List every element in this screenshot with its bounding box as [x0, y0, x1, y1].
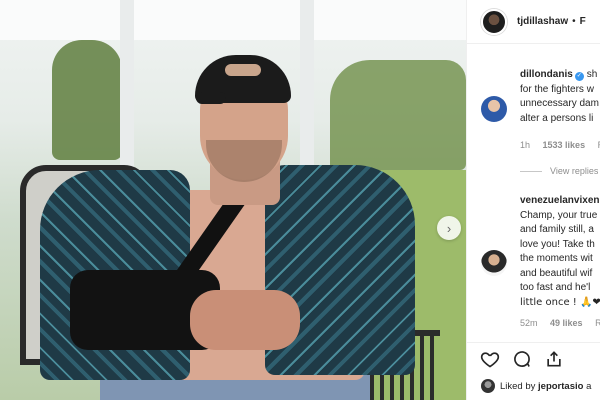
comment-line: love you! Take th — [520, 238, 595, 250]
comment-time[interactable]: 52m — [520, 318, 538, 328]
porch-post — [120, 0, 134, 170]
clasped-hands — [190, 290, 300, 350]
comment-icon[interactable] — [511, 348, 533, 370]
liked-by-username[interactable]: jeportasio — [538, 381, 583, 392]
comment-text: dillondanis ✓ sh for the fighters w unnece… — [520, 68, 600, 126]
comment-text: venezuelanvixen Champ, your true and fam… — [520, 194, 600, 310]
comment-line: the moments wit — [520, 253, 593, 264]
liked-by-prefix: Liked by — [500, 380, 536, 392]
share-icon[interactable] — [543, 348, 565, 370]
avatar[interactable] — [481, 8, 507, 35]
post-author-username[interactable]: tjdillashaw — [517, 16, 568, 27]
avatar[interactable] — [481, 250, 507, 276]
comment-line: little once ! 🙏❤ — [520, 296, 600, 308]
next-photo-button[interactable]: › — [437, 216, 461, 240]
liked-by-suffix: a — [586, 380, 592, 392]
background-trees — [52, 40, 122, 160]
comment-line: alter a persons li — [520, 112, 594, 124]
action-bar — [467, 342, 600, 374]
separator-dot: • — [572, 16, 576, 27]
avatar[interactable] — [481, 96, 507, 122]
post-header: tjdillashaw • F — [467, 0, 600, 44]
post-sidebar: tjdillashaw • F dillondanis ✓ sh for the f… — [466, 0, 600, 400]
divider — [520, 171, 542, 173]
comment-line: Champ, your true — [520, 209, 598, 221]
comment-line: for the fighters w — [520, 83, 594, 95]
heart-icon[interactable] — [479, 348, 501, 370]
comment-likes[interactable]: 1533 likes — [543, 140, 586, 150]
porch-post — [300, 0, 314, 170]
comment-username[interactable]: dillondanis — [520, 69, 573, 80]
verified-badge-icon: ✓ — [574, 72, 584, 81]
comment-line: sh — [586, 69, 598, 80]
reply-button[interactable]: R — [595, 318, 600, 328]
avatar[interactable] — [481, 379, 495, 393]
cap-strap — [225, 64, 261, 76]
comments-list[interactable]: dillondanis ✓ sh for the fighters w unnece… — [467, 44, 600, 340]
chevron-right-icon: › — [446, 220, 452, 236]
background-window — [0, 0, 466, 40]
cap-brim — [196, 92, 226, 104]
comment-line: unnecessary dam — [520, 98, 599, 109]
post-photo[interactable]: › — [0, 0, 466, 400]
comment-username[interactable]: venezuelanvixen — [520, 195, 599, 206]
view-replies-button[interactable]: View replies — [520, 166, 598, 176]
comment-line: too fast and he'l — [520, 282, 591, 293]
comment-likes[interactable]: 49 likes — [550, 318, 583, 328]
comment-meta: 52m 49 likes R — [520, 318, 600, 328]
liked-by: Liked by jeportasio a — [467, 374, 600, 398]
comment-line: and beautiful wif — [520, 267, 593, 279]
comment-time[interactable]: 1h — [520, 140, 530, 150]
view-replies-label: View replies — [550, 166, 599, 176]
background-trees — [330, 60, 466, 170]
comment-line: and family still, a — [520, 224, 594, 235]
comment-meta: 1h 1533 likes R — [520, 140, 600, 150]
follow-button[interactable]: F — [580, 16, 586, 27]
